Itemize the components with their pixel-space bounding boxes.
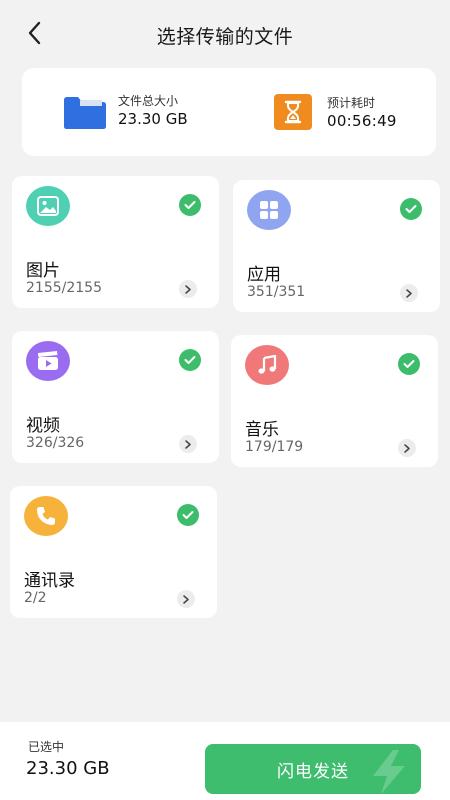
folder-icon — [64, 97, 106, 129]
music-note-icon — [245, 345, 289, 385]
phone-icon — [24, 496, 68, 536]
selected-check-icon[interactable] — [179, 349, 201, 371]
category-card-music[interactable]: 音乐 179/179 — [231, 335, 438, 467]
chevron-right-icon[interactable] — [179, 280, 197, 298]
selected-label: 已选中 — [28, 740, 65, 754]
send-button-label: 闪电发送 — [277, 761, 349, 782]
top-bar: 选择传输的文件 — [0, 0, 450, 66]
transfer-summary-card: 文件总大小 23.30 GB 预计耗时 00:56:49 — [22, 68, 436, 156]
category-count: 326/326 — [26, 435, 85, 451]
chevron-right-icon[interactable] — [398, 439, 416, 457]
video-clapper-icon — [26, 341, 70, 381]
lightning-bolt-icon — [373, 750, 405, 794]
flash-send-button[interactable]: 闪电发送 — [205, 744, 421, 794]
selected-check-icon[interactable] — [177, 504, 199, 526]
category-name: 图片 — [26, 261, 60, 281]
category-card-images[interactable]: 图片 2155/2155 — [12, 176, 219, 308]
selected-check-icon[interactable] — [400, 198, 422, 220]
apps-grid-icon — [247, 190, 291, 230]
category-count: 179/179 — [245, 439, 304, 455]
category-name: 通讯录 — [24, 571, 75, 591]
chevron-right-icon[interactable] — [400, 284, 418, 302]
selected-check-icon[interactable] — [179, 194, 201, 216]
category-count: 2155/2155 — [26, 280, 102, 296]
estimated-time-value: 00:56:49 — [327, 112, 397, 130]
category-name: 视频 — [26, 416, 60, 436]
hourglass-icon — [274, 94, 312, 130]
total-size-label: 文件总大小 — [118, 94, 179, 108]
category-card-apps[interactable]: 应用 351/351 — [233, 180, 440, 312]
page-title: 选择传输的文件 — [156, 26, 294, 48]
category-card-contacts[interactable]: 通讯录 2/2 — [10, 486, 217, 618]
category-card-videos[interactable]: 视频 326/326 — [12, 331, 219, 463]
chevron-right-icon[interactable] — [179, 435, 197, 453]
chevron-right-icon[interactable] — [177, 590, 195, 608]
total-size-value: 23.30 GB — [118, 110, 188, 128]
category-count: 2/2 — [24, 590, 47, 606]
category-name: 应用 — [247, 265, 281, 285]
image-icon — [26, 186, 70, 226]
category-count: 351/351 — [247, 284, 306, 300]
category-name: 音乐 — [245, 420, 279, 440]
estimated-time-label: 预计耗时 — [327, 96, 376, 110]
bottom-bar: 已选中 23.30 GB 闪电发送 — [0, 722, 450, 800]
selected-check-icon[interactable] — [398, 353, 420, 375]
selected-size-value: 23.30 GB — [26, 758, 110, 779]
